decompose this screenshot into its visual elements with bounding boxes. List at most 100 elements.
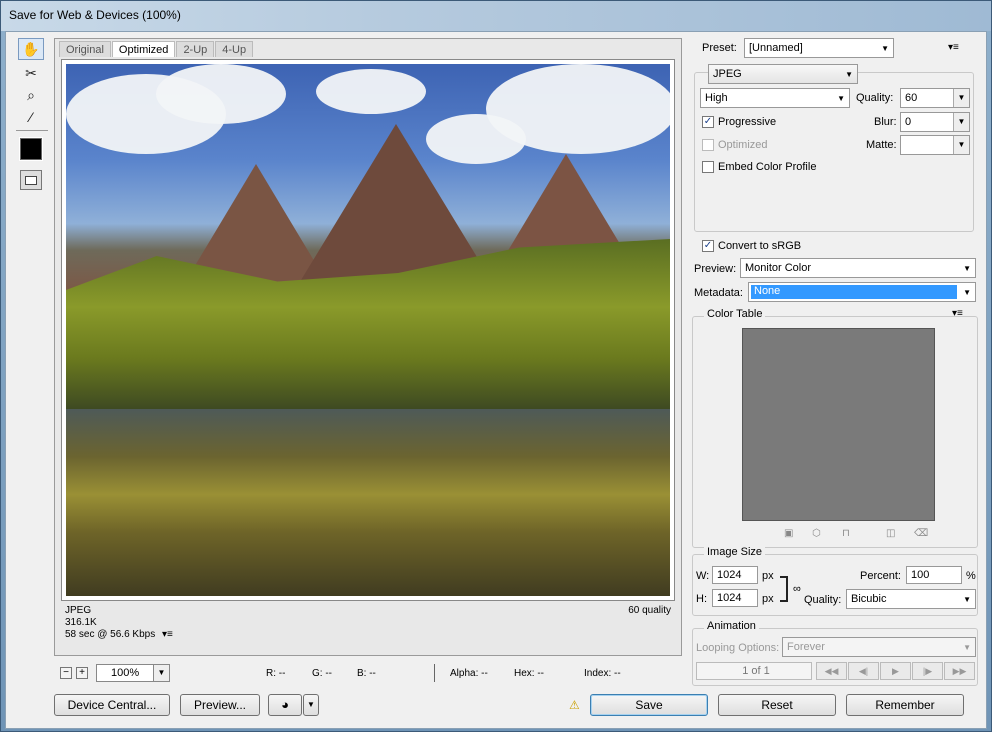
new-color-icon[interactable]: ◫ — [886, 528, 895, 539]
chevron-down-icon[interactable]: ▼ — [153, 665, 169, 681]
preview-in-browser-button[interactable]: Preview... — [180, 694, 260, 716]
convert-to-srgb-check-box[interactable]: ✓ — [702, 240, 714, 252]
first-frame-icon[interactable]: ◀◀ — [816, 662, 847, 680]
play-icon[interactable]: ▶ — [880, 662, 911, 680]
chevron-down-icon: ▼ — [845, 70, 853, 79]
blur-value: 0 — [905, 116, 912, 128]
index-readout: Index: -- — [584, 668, 621, 679]
looping-options-select[interactable]: Forever ▼ — [782, 637, 976, 657]
optimized-image-frame[interactable] — [61, 59, 675, 601]
next-frame-icon[interactable]: |▶ — [912, 662, 943, 680]
chevron-down-icon: ▼ — [963, 264, 971, 273]
chevron-down-icon: ▼ — [881, 44, 889, 53]
optimize-menu-icon[interactable]: ▾≡ — [948, 42, 959, 53]
preset-select[interactable]: [Unnamed] ▼ — [744, 38, 894, 58]
progressive-label: Progressive — [718, 116, 777, 128]
height-unit: px — [762, 593, 774, 605]
resample-quality-select[interactable]: Bicubic ▼ — [846, 589, 976, 609]
percent-unit: % — [966, 570, 976, 582]
preview-download-time: 58 sec @ 56.6 Kbps — [65, 629, 156, 640]
zoom-out-button[interactable]: − — [60, 667, 72, 679]
progressive-check-box[interactable]: ✓ — [702, 116, 714, 128]
preview-download-time-row: 58 sec @ 56.6 Kbps ▾≡ — [65, 629, 675, 641]
chevron-down-icon[interactable]: ▼ — [953, 136, 969, 154]
quality-value: 60 — [905, 92, 918, 104]
warning-icon: ⚠ — [569, 698, 580, 712]
web-snap-icon[interactable]: ⬡ — [812, 528, 821, 539]
browser-chevron-down-icon[interactable]: ▼ — [303, 694, 319, 716]
status-divider — [434, 664, 435, 682]
last-frame-icon[interactable]: ▶▶ — [944, 662, 975, 680]
metadata-label: Metadata: — [694, 287, 743, 299]
eyedropper-color-swatch[interactable] — [19, 137, 43, 161]
optimized-check-box[interactable] — [702, 139, 714, 151]
cloud-shape — [156, 64, 286, 124]
metadata-select[interactable]: None ▼ — [748, 282, 976, 302]
embed-color-profile-check-box[interactable] — [702, 161, 714, 173]
chevron-down-icon[interactable]: ▼ — [953, 89, 969, 107]
matte-select[interactable]: ▼ — [900, 135, 970, 155]
dialog-client-area: ✋ ✂ ⌕ ⁄ Original Optimized 2-Up 4-Up JPE… — [5, 31, 987, 729]
tab-2-up[interactable]: 2-Up — [176, 41, 215, 57]
preset-value: [Unnamed] — [749, 42, 803, 54]
height-input[interactable]: 1024 — [712, 589, 758, 607]
hex-readout: Hex: -- — [514, 668, 544, 679]
lock-color-icon[interactable]: ⊓ — [842, 528, 850, 539]
blur-input[interactable]: 0 ▼ — [900, 112, 970, 132]
image-size-title: Image Size — [704, 546, 766, 558]
chevron-down-icon: ▼ — [963, 595, 971, 604]
color-table-title: Color Table — [704, 308, 766, 320]
file-format-select[interactable]: JPEG ▼ — [708, 64, 858, 84]
convert-to-srgb-checkbox[interactable]: ✓ Convert to sRGB — [702, 240, 801, 252]
chevron-down-icon[interactable]: ▼ — [953, 113, 969, 131]
eyedropper-tool-icon[interactable]: ⁄ — [18, 106, 44, 128]
zoom-level-select[interactable]: 100% ▼ — [96, 664, 170, 682]
zoom-tool-icon[interactable]: ⌕ — [18, 84, 44, 106]
frame-counter: 1 of 1 — [696, 662, 812, 680]
view-tabs: Original Optimized 2-Up 4-Up — [59, 41, 254, 57]
map-to-transparent-icon[interactable]: ▣ — [784, 528, 793, 539]
cloud-shape — [316, 69, 426, 114]
height-label: H: — [696, 593, 707, 605]
quality-input[interactable]: 60 ▼ — [900, 88, 970, 108]
tab-original[interactable]: Original — [59, 41, 111, 57]
trash-icon[interactable]: ⌫ — [914, 528, 928, 539]
frame-navigation: ◀◀ ◀| ▶ |▶ ▶▶ — [816, 662, 976, 680]
device-central-button[interactable]: Device Central... — [54, 694, 170, 716]
settings-panel: Preset: [Unnamed] ▼ ▾≡ JPEG ▼ High ▼ Qua… — [688, 38, 982, 726]
preview-file-size: 316.1K — [65, 617, 97, 628]
green-readout: G: -- — [312, 668, 332, 679]
preset-label: Preset: — [702, 42, 737, 54]
width-input[interactable]: 1024 — [712, 566, 758, 584]
zoom-in-button[interactable]: + — [76, 667, 88, 679]
save-for-web-window: Save for Web & Devices (100%) ✋ ✂ ⌕ ⁄ Or… — [0, 0, 992, 732]
compression-quality-select[interactable]: High ▼ — [700, 88, 850, 108]
embed-color-profile-checkbox[interactable]: Embed Color Profile — [702, 161, 816, 173]
progressive-checkbox[interactable]: ✓ Progressive — [702, 116, 776, 128]
width-unit: px — [762, 570, 774, 582]
red-readout: R: -- — [266, 668, 286, 679]
previous-frame-icon[interactable]: ◀| — [848, 662, 879, 680]
download-rate-menu-icon[interactable]: ▾≡ — [162, 629, 173, 640]
optimized-checkbox[interactable]: Optimized — [702, 139, 768, 151]
percent-input[interactable]: 100 — [906, 566, 962, 584]
browser-icon[interactable]: ◕ — [268, 694, 302, 716]
looping-options-value: Forever — [787, 641, 825, 653]
toggle-slices-visibility-icon[interactable] — [20, 170, 42, 190]
tab-optimized[interactable]: Optimized — [111, 41, 176, 57]
file-format-value: JPEG — [713, 68, 742, 80]
looping-options-label: Looping Options: — [696, 642, 780, 654]
color-table-swatches[interactable] — [742, 328, 935, 521]
link-icon[interactable]: ∞ — [793, 583, 801, 595]
animation-title: Animation — [704, 620, 759, 632]
color-table-menu-icon[interactable]: ▾≡ — [952, 308, 963, 319]
preview-photo[interactable] — [66, 64, 670, 596]
chevron-down-icon: ▼ — [963, 288, 971, 297]
lake-shape — [66, 409, 670, 596]
tab-4-up[interactable]: 4-Up — [215, 41, 254, 57]
hand-tool-icon[interactable]: ✋ — [18, 38, 44, 60]
slice-select-tool-icon[interactable]: ✂ — [18, 62, 44, 84]
window-title: Save for Web & Devices (100%) — [9, 8, 181, 22]
preview-color-select[interactable]: Monitor Color ▼ — [740, 258, 976, 278]
resample-quality-label: Quality: — [804, 594, 842, 606]
